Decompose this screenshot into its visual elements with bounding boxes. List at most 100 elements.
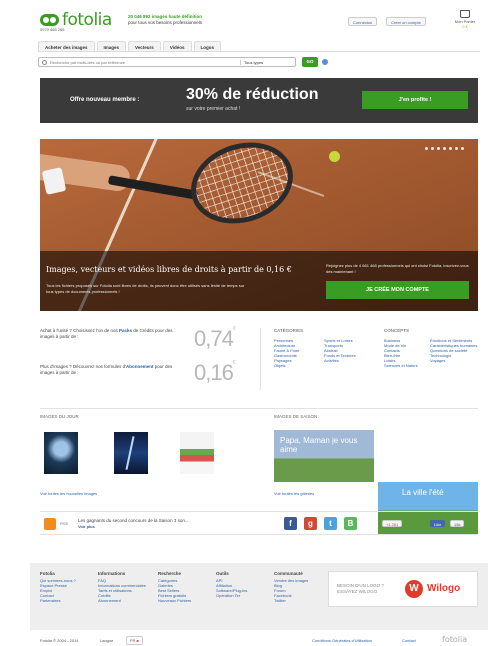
googleplus-icon[interactable]: g xyxy=(304,517,317,530)
hero-title: Images, vecteurs et vidéos libres de dro… xyxy=(46,265,292,274)
promo-banner: Offre nouveau membre : 30% de réduction … xyxy=(40,78,478,123)
packs-pre: Achat à l'unité ? Choisissez l'un de nos xyxy=(40,328,120,333)
login-button[interactable]: Connexion xyxy=(348,17,378,26)
type-select[interactable]: Tous types xyxy=(240,59,263,65)
tab-vectors[interactable]: Vecteurs xyxy=(128,41,161,51)
like-button[interactable]: Like xyxy=(430,520,446,527)
main-nav: Acheter des images Images Vecteurs Vidéo… xyxy=(38,41,480,52)
wilogo-ad[interactable]: BESOIN D'UN LOGO ? ESSAYEZ WILOGO W Wilo… xyxy=(328,571,478,607)
concepts-list-1: Business Mode de Vie Contacts Bien-être … xyxy=(384,338,426,368)
packs-link[interactable]: Packs xyxy=(119,328,132,333)
news-headline[interactable]: Les gagnants du second concours de la Sa… xyxy=(78,518,238,523)
wilogo-brand: Wilogo xyxy=(427,583,461,594)
tab-logos[interactable]: Logos xyxy=(193,41,221,51)
tennis-ball xyxy=(329,151,340,162)
subscription-link[interactable]: Abonnement xyxy=(126,364,154,369)
terms-link[interactable]: Conditions Générales d'Utilisation xyxy=(312,638,372,643)
daily-images-link[interactable]: Voir toutes les nouvelles images xyxy=(40,491,97,496)
rss-icon[interactable] xyxy=(44,518,56,530)
season-images-title: IMAGES DE SAISON xyxy=(274,414,318,419)
subscription-price: 0,16€ xyxy=(194,360,236,386)
footer-col-title: Fotolia xyxy=(40,571,55,576)
footer-col-communaute: Communauté Vendre des images Blog Forum … xyxy=(274,571,328,603)
social-bar: RSS Les gagnants du second concours de l… xyxy=(40,511,478,535)
season-image-caption: Papa, Maman je vous aime xyxy=(280,436,358,454)
banner-discount: 30% de réduction xyxy=(186,86,319,103)
tab-videos[interactable]: Vidéos xyxy=(162,41,192,51)
signup-button[interactable]: Créer un compte xyxy=(386,17,426,26)
gplus-count: 261 xyxy=(391,522,399,527)
header-promo: 20 046 892 images haute définition pour … xyxy=(128,14,202,26)
slider-dot[interactable] xyxy=(437,147,440,150)
divider xyxy=(40,408,478,409)
tab-images[interactable]: Images xyxy=(96,41,127,51)
daily-image-thumb[interactable] xyxy=(114,432,148,474)
daily-image-thumb[interactable] xyxy=(44,432,78,474)
footer-link[interactable]: Nouveaux Fichiers xyxy=(158,598,212,603)
daily-image-thumb[interactable] xyxy=(180,432,214,474)
season-image-caption: La ville l'été xyxy=(402,488,444,497)
twitter-icon[interactable]: t xyxy=(324,517,337,530)
logo-mark-icon xyxy=(40,14,59,26)
cart-button[interactable]: Mon Panier 0 € xyxy=(452,10,478,29)
footer: Fotolia Qui sommes-nous ? Espace Presse … xyxy=(30,563,488,630)
concepts-list-2: Émotions et Sentiments Caractéristiques … xyxy=(430,338,478,363)
news-more-link[interactable]: Voir plus xyxy=(78,524,95,529)
divider xyxy=(260,328,261,390)
cart-icon xyxy=(460,10,470,18)
footer-link[interactable]: Twitter xyxy=(274,598,328,603)
concept-link[interactable]: Sciences et Nature xyxy=(384,363,426,368)
category-link[interactable]: Activités xyxy=(324,358,374,363)
search-input[interactable] xyxy=(50,59,240,65)
categories-list-1: Personnes Architecture Faune & Flore Gas… xyxy=(274,338,322,368)
hero-slider: Images, vecteurs et vidéos libres de dro… xyxy=(40,139,478,311)
contact-link[interactable]: Contact xyxy=(402,638,416,643)
footer-col-informations: Informations FAQ Informations commercial… xyxy=(98,571,154,603)
go-button[interactable]: GO xyxy=(302,57,318,67)
page: fotolia 0970 465 265 20 046 892 images h… xyxy=(30,0,488,646)
footer-logo[interactable]: fotolia xyxy=(442,635,467,644)
footer-col-outils: Outils API Affiliation Software/Plug-ins… xyxy=(216,571,270,598)
tab-buy-images[interactable]: Acheter des images xyxy=(38,41,95,51)
search-icon xyxy=(42,59,47,65)
banner-cta-button[interactable]: J'en profite ! xyxy=(362,91,468,109)
footer-link[interactable]: Opération Ter xyxy=(216,593,270,598)
logo-text: fotolia xyxy=(62,10,112,30)
slider-dot[interactable] xyxy=(461,147,464,150)
help-icon[interactable] xyxy=(322,59,328,65)
slider-dot[interactable] xyxy=(443,147,446,150)
sub-price-value: 0,16 xyxy=(194,360,234,385)
slider-dot[interactable] xyxy=(431,147,434,150)
packs-price: 0,74€ xyxy=(194,326,236,352)
gplus-count-button[interactable]: +1 261 xyxy=(382,520,403,527)
slider-dot[interactable] xyxy=(455,147,458,150)
search-bar: Tous types xyxy=(38,57,296,67)
season-image-fathers-day[interactable]: Papa, Maman je vous aime xyxy=(274,430,374,482)
footer-col-fotolia: Fotolia Qui sommes-nous ? Espace Presse … xyxy=(40,571,92,603)
category-link[interactable]: Objets xyxy=(274,363,322,368)
sub-pre: Plus d'images ? Découvrez nos formules d… xyxy=(40,364,127,369)
language-select[interactable]: FR ■ xyxy=(126,636,143,645)
footer-col-recherche: Recherche Catégories Galeries Best Selle… xyxy=(158,571,212,603)
promo-line-2: pour tous vos besoins professionnels xyxy=(128,20,203,25)
footer-col-title: Communauté xyxy=(274,571,303,576)
packs-price-value: 0,74 xyxy=(194,326,234,351)
slider-dots[interactable] xyxy=(425,147,464,150)
create-account-button[interactable]: JE CRÉE MON COMPTE xyxy=(326,281,469,299)
slider-dot[interactable] xyxy=(449,147,452,150)
concept-link[interactable]: Voyages xyxy=(430,358,478,363)
packs-text: Achat à l'unité ? Choisissez l'un de nos… xyxy=(40,328,188,340)
hero-join-text: Rejoignez plus de 4 661 468 professionne… xyxy=(326,263,469,274)
categories-list-2: Sports et Loisirs Transports Abstrait Fo… xyxy=(324,338,374,363)
footer-link[interactable]: Abonnement xyxy=(98,598,154,603)
concepts-title: CONCEPTS xyxy=(384,328,410,333)
bottom-bar: Fotolia © 2004 - 2014 Langue FR ■ Condit… xyxy=(30,634,488,646)
facebook-icon[interactable]: f xyxy=(284,517,297,530)
language-value: FR xyxy=(130,638,136,643)
like-count: 15k xyxy=(450,520,465,527)
galleries-link[interactable]: Voir toutes les galeries xyxy=(274,491,314,496)
daily-images-title: IMAGES DU JOUR xyxy=(40,414,79,419)
slider-dot[interactable] xyxy=(425,147,428,150)
blog-icon[interactable]: B xyxy=(344,517,357,530)
footer-link[interactable]: Partenaires xyxy=(40,598,92,603)
